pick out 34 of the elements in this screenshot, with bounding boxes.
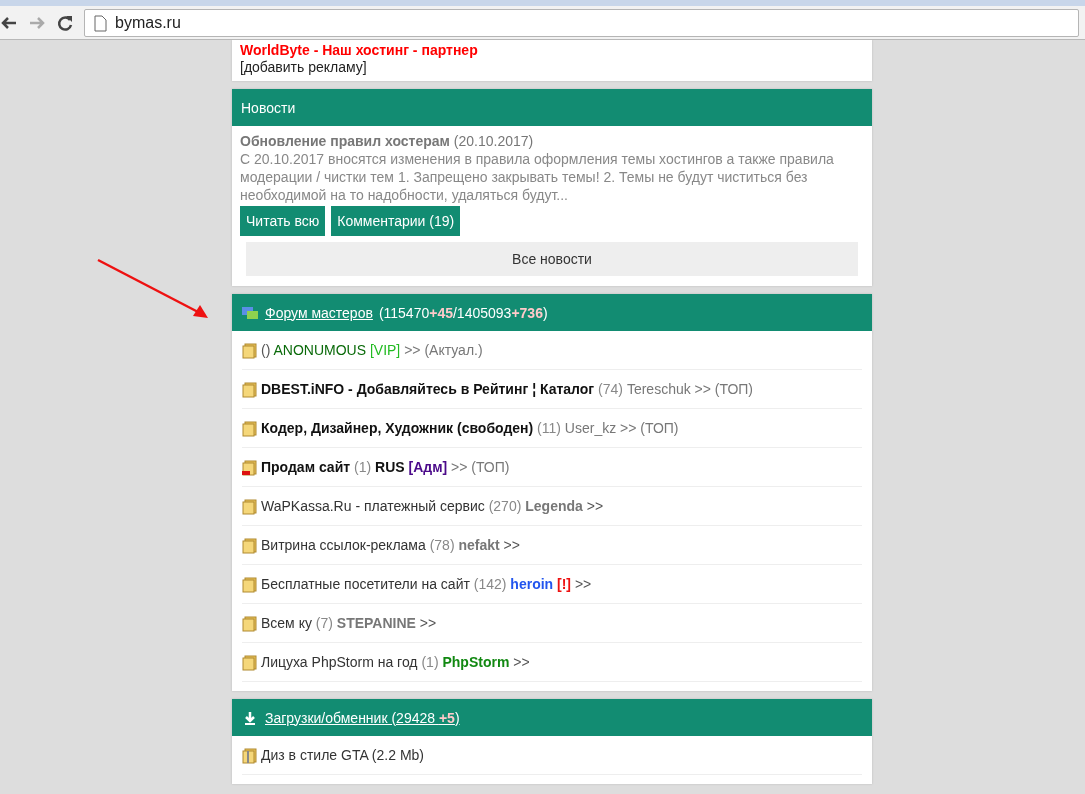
folder-icon bbox=[242, 575, 259, 593]
folder-icon bbox=[242, 341, 259, 359]
news-button[interactable]: Читать всю bbox=[240, 206, 326, 236]
folder-icon bbox=[242, 380, 259, 398]
topic-link[interactable]: Лицуха PhpStorm на год (1) PhpStorm >> bbox=[261, 654, 530, 670]
downloads-link[interactable]: Загрузки/обменник (29428 +5) bbox=[265, 709, 460, 726]
topic-link[interactable]: Бесплатные посетители на сайт (142) heroin [!] >> bbox=[261, 576, 592, 592]
partner-link[interactable]: WorldByte - Наш хостинг - партнер bbox=[240, 42, 864, 58]
topic-link[interactable]: Витрина ссылок-реклама (78) nefakt >> bbox=[261, 537, 520, 553]
folder-icon bbox=[242, 614, 259, 632]
news-title[interactable]: Обновление правил хостерам (20.10.2017) bbox=[240, 132, 864, 150]
archive-icon bbox=[242, 746, 259, 764]
topic-link[interactable]: WaPKassa.Ru - платежный сервис (270) Legenda >> bbox=[261, 498, 604, 514]
all-news-button[interactable]: Все новости bbox=[246, 242, 858, 276]
file-link[interactable]: Диз в стиле GTA (2.2 Mb) bbox=[261, 747, 424, 763]
topic-link[interactable]: Продам сайт (1) RUS [Адм] >> (ТОП) bbox=[261, 459, 510, 475]
news-header: Новости bbox=[232, 89, 872, 126]
topic-link[interactable]: Кодер, Дизайнер, Художник (свободен) (11) User_kz >> (ТОП) bbox=[261, 420, 679, 436]
folder-icon bbox=[242, 536, 259, 554]
address-bar[interactable]: bymas.ru bbox=[84, 8, 1079, 37]
folder-icon bbox=[242, 419, 259, 437]
folder-icon bbox=[242, 653, 259, 671]
news-button[interactable]: Комментарии (19) bbox=[331, 206, 461, 236]
page-icon bbox=[91, 13, 109, 32]
topic-link[interactable]: Всем ку (7) STEPANINE >> bbox=[261, 615, 437, 631]
folder-icon bbox=[242, 497, 259, 515]
add-ad-link[interactable]: [добавить рекламу] bbox=[240, 59, 864, 75]
locked-folder-icon bbox=[242, 458, 259, 476]
topic-link[interactable]: DBEST.iNFO - Добавляйтесь в Рейтинг ¦ Каталог (74) Tereschuk >> (ТОП) bbox=[261, 381, 754, 397]
news-text: С 20.10.2017 вносятся изменения в правила оформления темы хостингов а также правила модерации / чистки тем 1. Запрещено закрывать темы! 2. Темы не будут чиститься без необходимой на то надобности, удаляться будут... bbox=[240, 150, 835, 204]
reload-icon[interactable] bbox=[56, 13, 74, 32]
topic-link[interactable]: () ANONUMOUS [VIP] >> (Актуал.) bbox=[261, 342, 483, 358]
forum-stats: (115470+45/1405093+736) bbox=[378, 304, 548, 321]
forum-link[interactable]: Форум мастеров bbox=[265, 304, 373, 321]
